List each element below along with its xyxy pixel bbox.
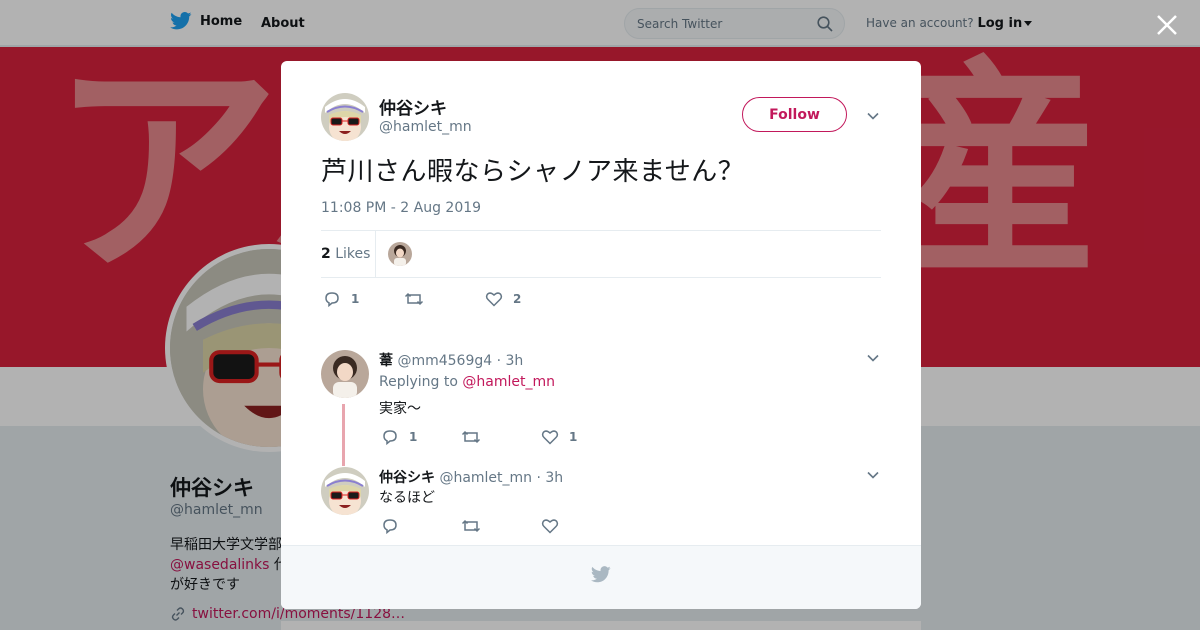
tweet-actions: 1 2 <box>323 290 566 308</box>
retweet-icon <box>404 292 424 306</box>
author-avatar-image <box>321 93 369 141</box>
author-name[interactable]: 仲谷シキ <box>379 94 447 119</box>
reply-action[interactable] <box>381 517 461 535</box>
replying-to-prefix: Replying to <box>379 374 458 390</box>
author-avatar[interactable] <box>321 93 369 141</box>
reply-actions: 1 1 <box>381 428 621 446</box>
liker-avatar-image <box>388 242 412 266</box>
reply-icon <box>325 292 339 308</box>
chevron-down-icon[interactable] <box>866 468 880 482</box>
reply-time[interactable]: · 3h <box>497 353 524 369</box>
reply-header: 仲谷シキ @hamlet_mn · 3h <box>379 467 563 487</box>
close-icon[interactable] <box>1155 13 1179 37</box>
tweet-text: 芦川さん暇ならシャノア来ません？ <box>321 157 745 187</box>
retweet-action[interactable] <box>461 428 541 446</box>
liker-avatar[interactable] <box>388 242 412 266</box>
heart-icon <box>541 519 559 534</box>
retweet-icon <box>461 519 481 533</box>
retweet-action[interactable] <box>404 290 485 308</box>
stats-divider <box>375 231 376 277</box>
like-action[interactable]: 1 <box>541 428 621 446</box>
reply-author-handle[interactable]: @hamlet_mn <box>439 470 532 486</box>
reply-avatar[interactable] <box>321 350 369 398</box>
replying-to: Replying to @hamlet_mn <box>379 374 555 390</box>
tweet-permalink-modal: 仲谷シキ @hamlet_mn Follow 芦川さん暇ならシャノア来ません？ … <box>281 61 921 609</box>
reply-count: 1 <box>409 430 418 444</box>
twitter-bird-icon[interactable] <box>591 566 611 583</box>
likes-stat[interactable]: 2 Likes <box>321 246 370 262</box>
reply-icon <box>383 519 397 535</box>
heart-icon <box>485 292 503 307</box>
reply-author-name[interactable]: 葦 <box>379 353 393 369</box>
like-action[interactable] <box>541 517 621 535</box>
like-count: 2 <box>513 292 522 306</box>
follow-button[interactable]: Follow <box>742 97 847 132</box>
like-action[interactable]: 2 <box>485 290 566 308</box>
like-count: 1 <box>569 430 578 444</box>
reply-author-handle[interactable]: @mm4569g4 <box>397 353 492 369</box>
reply-count: 1 <box>351 292 360 306</box>
reply-avatar[interactable] <box>321 467 369 515</box>
author-handle[interactable]: @hamlet_mn <box>379 119 472 135</box>
likes-count: 2 <box>321 246 331 262</box>
reply-time[interactable]: · 3h <box>537 470 564 486</box>
chevron-down-icon[interactable] <box>866 351 880 365</box>
tweet-stats: 2 Likes <box>321 230 881 278</box>
thread-connector <box>342 404 345 466</box>
chevron-down-icon[interactable] <box>866 109 880 123</box>
reply-avatar-image <box>321 467 369 515</box>
retweet-icon <box>461 430 481 444</box>
retweet-action[interactable] <box>461 517 541 535</box>
tweet-timestamp[interactable]: 11:08 PM - 2 Aug 2019 <box>321 200 481 216</box>
reply-action[interactable]: 1 <box>381 428 461 446</box>
reply-avatar-image <box>321 350 369 398</box>
reply-icon <box>383 430 397 446</box>
reply-header: 葦 @mm4569g4 · 3h <box>379 350 523 370</box>
modal-footer <box>281 545 921 609</box>
heart-icon <box>541 430 559 445</box>
reply-action[interactable]: 1 <box>323 290 404 308</box>
reply-text: なるほど <box>379 490 435 506</box>
reply-author-name[interactable]: 仲谷シキ <box>379 470 435 486</box>
reply-text: 実家〜 <box>379 401 421 417</box>
likes-label: Likes <box>335 246 371 262</box>
reply-actions <box>381 517 621 535</box>
replying-to-mention[interactable]: @hamlet_mn <box>462 374 555 390</box>
